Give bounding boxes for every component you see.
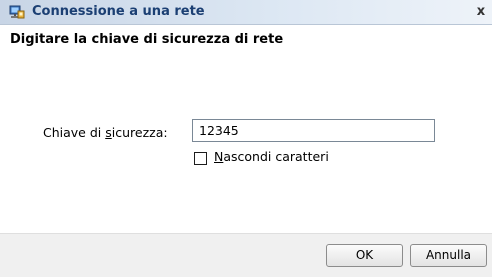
hide-characters-label[interactable]: Nascondi caratteri	[214, 149, 329, 164]
network-icon	[9, 4, 25, 20]
cancel-button[interactable]: Annulla	[410, 244, 487, 267]
hide-characters-checkbox[interactable]	[194, 152, 207, 165]
security-key-label-prefix: Chiave di	[43, 125, 106, 140]
title-bar[interactable]: Connessione a una rete x	[0, 0, 492, 25]
hide-characters-label-text: ascondi caratteri	[223, 149, 329, 164]
dialog-window: Connessione a una rete x Digitare la chi…	[0, 0, 492, 277]
security-key-label: Chiave di sicurezza:	[43, 125, 168, 140]
close-button[interactable]: x	[470, 3, 492, 21]
page-title: Digitare la chiave di sicurezza di rete	[10, 32, 284, 47]
security-key-label-suffix: icurezza:	[111, 125, 168, 140]
window-title: Connessione a una rete	[32, 4, 205, 19]
hide-characters-label-accel: N	[214, 149, 224, 164]
ok-button[interactable]: OK	[326, 244, 403, 267]
security-key-input[interactable]	[192, 119, 435, 142]
